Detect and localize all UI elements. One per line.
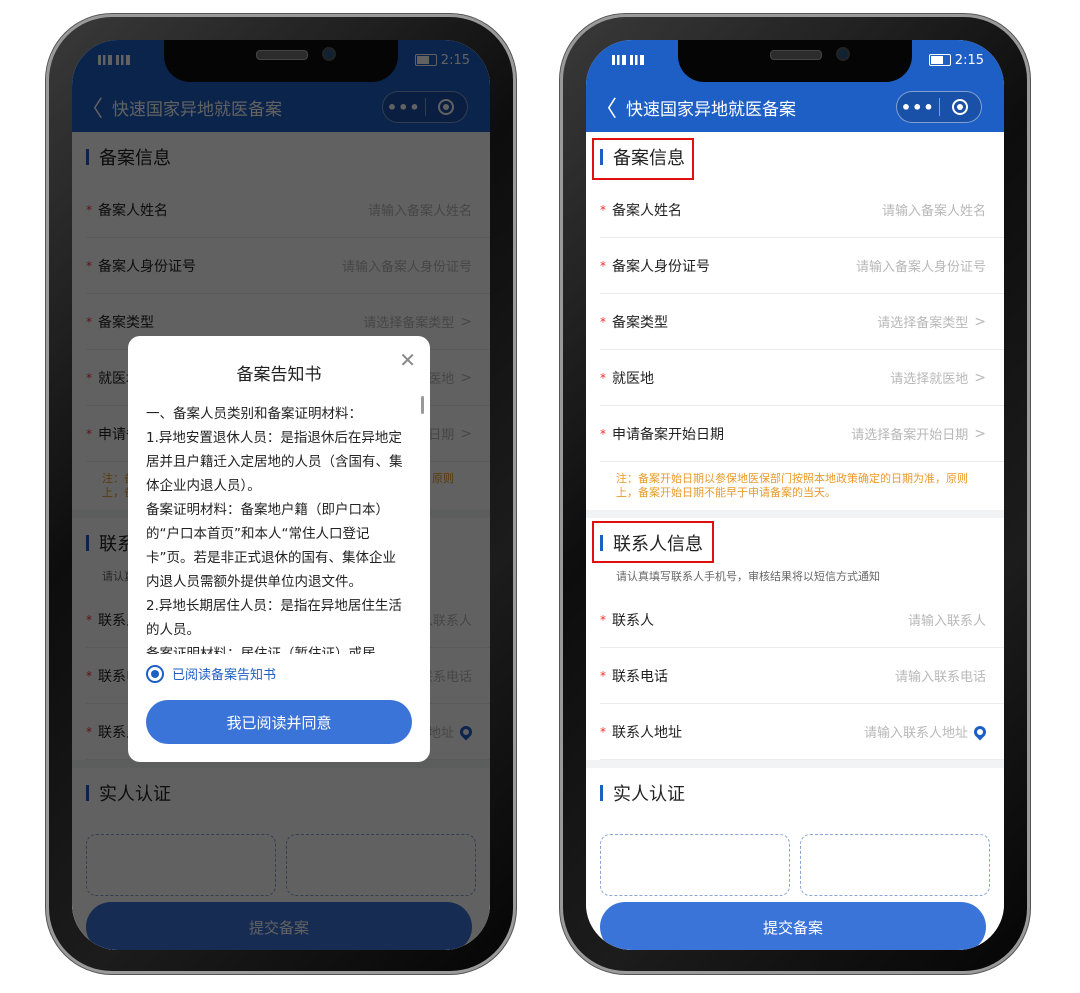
battery-icon [928, 54, 951, 66]
close-program-icon[interactable] [939, 99, 981, 115]
field-contact[interactable]: *联系人请输入联系人 [600, 592, 1004, 648]
submit-button[interactable]: 提交备案 [600, 902, 986, 950]
field-place[interactable]: *就医地请选择就医地> [600, 350, 1004, 406]
contact-hint: 请认真填写联系人手机号，审核结果将以短信方式通知 [616, 570, 880, 583]
field-contact-address[interactable]: *联系人地址请输入联系人地址 [600, 704, 1004, 760]
phone-frame-right: 2:15 〈 快速国家异地就医备案 ••• 备案信息 * 备案人姓名 请输入备案人姓… [560, 14, 1030, 974]
location-pin-icon[interactable] [971, 723, 989, 740]
screen-left: 2:15 〈 快速国家异地就医备案 ••• 备案信息 *备案人姓名请输入备案人姓… [72, 40, 490, 950]
chevron-right-icon: > [974, 369, 986, 386]
highlight-box-contact [592, 521, 714, 563]
date-note: 注：备案开始日期以参保地医保部门按照本地政策确定的日期为准，原则上，备案开始日期… [586, 462, 1004, 510]
nav-bar: 〈 快速国家异地就医备案 ••• [586, 82, 1004, 132]
modal-paragraph: 2.异地长期居住人员：是指在异地居住生活的人员。 [146, 598, 402, 638]
modal-scrollbar[interactable] [421, 396, 424, 414]
form-content: 备案信息 *备案人姓名请输入备案人姓名 *备案人身份证号请输入备案人身份证号 *… [586, 132, 1004, 950]
page-title: 快速国家异地就医备案 [626, 99, 796, 120]
field-type[interactable]: *备案类型请选择备案类型> [600, 294, 1004, 350]
status-left [612, 50, 644, 70]
modal-title: 备案告知书 [236, 365, 322, 385]
modal-paragraph: 1.异地安置退休人员：是指退休后在异地定居并且户籍迁入定居地的人员（含国有、集体… [146, 430, 403, 494]
highlight-box-filing [592, 138, 694, 180]
modal-paragraph: 备案证明材料：居住证（暂住证）或居 [146, 646, 376, 654]
id-photo-upload-back[interactable] [800, 834, 990, 896]
radio-checked-icon [146, 664, 164, 683]
chevron-right-icon: > [974, 313, 986, 330]
status-right: 2:15 [928, 50, 984, 70]
notice-modal: 备案告知书 ✕ 一、备案人员类别和备案证明材料： 1.异地安置退休人员：是指退休… [128, 336, 430, 762]
read-checkbox[interactable]: 已阅读备案告知书 [146, 664, 276, 683]
close-icon[interactable]: ✕ [399, 348, 416, 372]
notch [164, 40, 398, 82]
more-icon[interactable]: ••• [897, 98, 939, 117]
field-start-date[interactable]: *申请备案开始日期请选择备案开始日期> [600, 406, 1004, 462]
chevron-right-icon: > [974, 425, 986, 442]
modal-paragraph: 备案证明材料：备案地户籍（即户口本）的“户口本首页”和本人“常住人口登记卡”页。… [146, 502, 396, 590]
phone-frame-left: 2:15 〈 快速国家异地就医备案 ••• 备案信息 *备案人姓名请输入备案人姓… [46, 14, 516, 974]
section-title-real-person: 实人认证 [586, 768, 1004, 818]
agree-button[interactable]: 我已阅读并同意 [146, 700, 412, 744]
screen-right: 2:15 〈 快速国家异地就医备案 ••• 备案信息 * 备案人姓名 请输入备案人姓… [586, 40, 1004, 950]
id-photo-upload-front[interactable] [600, 834, 790, 896]
signal-icon [630, 55, 644, 65]
mini-program-capsule: ••• [896, 91, 982, 123]
signal-icon [612, 55, 626, 65]
back-icon[interactable]: 〈 [586, 91, 626, 123]
field-contact-phone[interactable]: *联系电话请输入联系电话 [600, 648, 1004, 704]
notch [678, 40, 912, 82]
field-name[interactable]: *备案人姓名请输入备案人姓名 [600, 182, 1004, 238]
modal-body[interactable]: 一、备案人员类别和备案证明材料： 1.异地安置退休人员：是指退休后在异地定居并且… [146, 402, 408, 654]
field-id-number[interactable]: *备案人身份证号请输入备案人身份证号 [600, 238, 1004, 294]
modal-paragraph: 一、备案人员类别和备案证明材料： [146, 406, 362, 422]
